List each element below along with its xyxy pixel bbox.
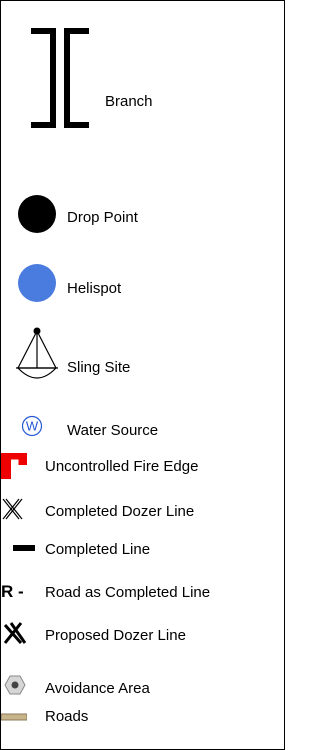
- avoidance-area-label: Avoidance Area: [45, 680, 150, 697]
- water-source-symbol-text: W: [26, 419, 39, 434]
- roads-icon: [1, 713, 27, 721]
- completed-line-icon: [13, 545, 35, 551]
- sling-site-label: Sling Site: [67, 359, 131, 376]
- road-as-completed-line-icon: R -: [1, 582, 24, 601]
- roads-label: Roads: [45, 708, 89, 725]
- avoidance-area-icon: [4, 675, 26, 695]
- proposed-dozer-line-label: Proposed Dozer Line: [45, 627, 186, 644]
- uncontrolled-fire-edge-icon: [1, 453, 27, 479]
- sling-site-icon: [16, 327, 58, 379]
- completed-line-label: Completed Line: [45, 541, 151, 558]
- completed-dozer-line-label: Completed Dozer Line: [45, 503, 195, 520]
- completed-dozer-line-icon: [2, 498, 23, 520]
- water-source-icon: W: [21, 415, 43, 437]
- drop-point-icon: [18, 195, 56, 233]
- branch-icon: [31, 28, 89, 128]
- drop-point-label: Drop Point: [67, 209, 138, 226]
- water-source-label: Water Source: [67, 422, 159, 439]
- proposed-dozer-line-icon: [3, 622, 27, 644]
- road-as-completed-line-label: Road as Completed Line: [45, 584, 211, 601]
- legend-frame: Branch Drop Point Helispot Sling Site W …: [0, 0, 285, 750]
- helispot-icon: [18, 264, 56, 302]
- branch-label: Branch: [105, 93, 153, 110]
- uncontrolled-fire-edge-label: Uncontrolled Fire Edge: [45, 458, 199, 475]
- helispot-label: Helispot: [67, 280, 122, 297]
